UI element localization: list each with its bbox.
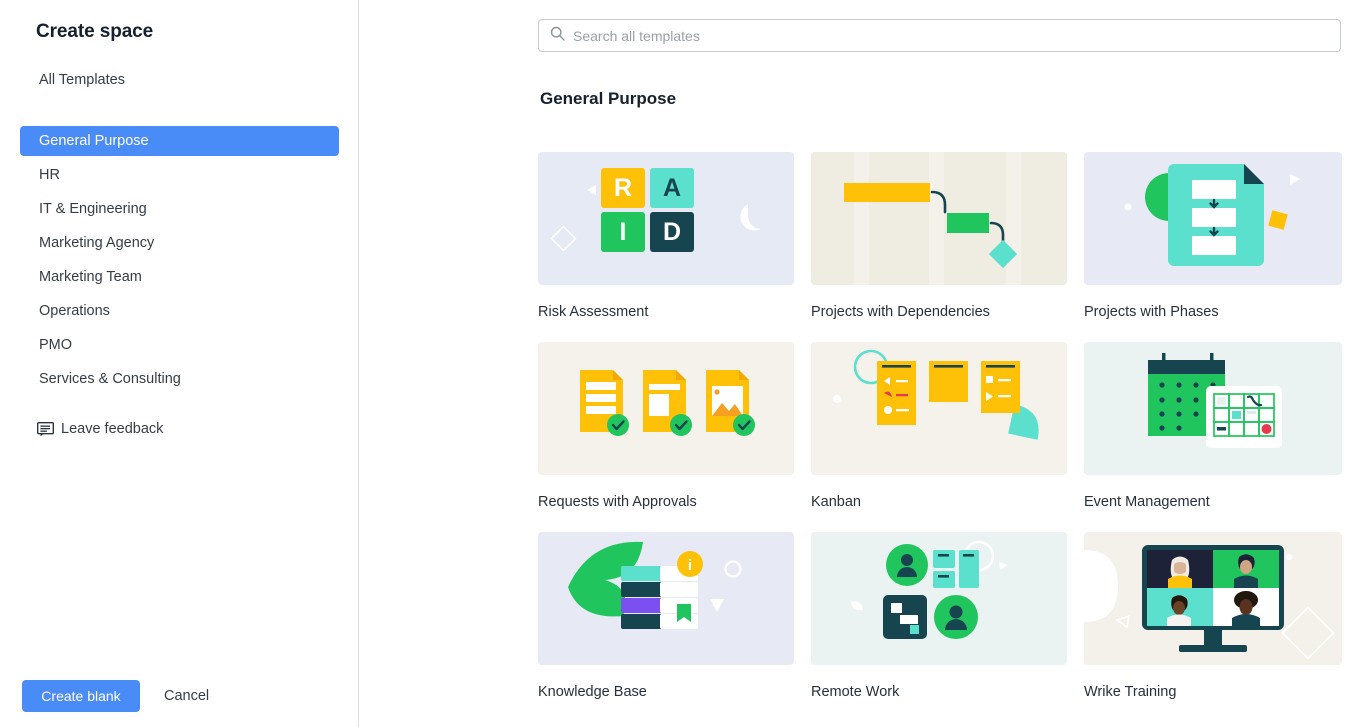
- sidebar-item-pmo[interactable]: PMO: [20, 330, 339, 360]
- people-panels-illustration: [811, 532, 1067, 665]
- template-label: Risk Assessment: [538, 304, 794, 320]
- leave-feedback-link[interactable]: Leave feedback: [37, 421, 163, 437]
- sidebar-item-label: Operations: [39, 303, 110, 319]
- raid-letter-a: A: [663, 174, 681, 202]
- template-grid: R A I D Risk Assessment: [538, 152, 1342, 700]
- template-label: Projects with Phases: [1084, 304, 1342, 320]
- template-card-projects-with-dependencies[interactable]: Projects with Dependencies: [811, 152, 1067, 320]
- sidebar-item-label: IT & Engineering: [39, 201, 147, 217]
- template-card-event-management[interactable]: Event Management: [1084, 342, 1342, 510]
- phases-document-illustration: [1084, 152, 1342, 285]
- sidebar: Create space All Templates General Purpo…: [0, 0, 359, 727]
- dialog-footer: Create blank Cancel: [22, 680, 215, 712]
- templates-panel: General Purpose R A I: [359, 0, 1359, 727]
- template-label: Requests with Approvals: [538, 494, 794, 510]
- template-label: Kanban: [811, 494, 1067, 510]
- sidebar-item-marketing-team[interactable]: Marketing Team: [20, 262, 339, 292]
- raid-letter-d: D: [663, 218, 681, 246]
- template-card-knowledge-base[interactable]: i Knowledge Base: [538, 532, 794, 700]
- template-label: Knowledge Base: [538, 684, 794, 700]
- template-card-projects-with-phases[interactable]: Projects with Phases: [1084, 152, 1342, 320]
- template-label: Event Management: [1084, 494, 1342, 510]
- sidebar-item-services-consulting[interactable]: Services & Consulting: [20, 364, 339, 394]
- sidebar-item-label: PMO: [39, 337, 72, 353]
- section-title: General Purpose: [540, 89, 676, 109]
- template-label: Remote Work: [811, 684, 1067, 700]
- book-stack-illustration: i: [538, 532, 794, 665]
- sidebar-item-marketing-agency[interactable]: Marketing Agency: [20, 228, 339, 258]
- sidebar-item-hr[interactable]: HR: [20, 160, 339, 190]
- template-card-risk-assessment[interactable]: R A I D Risk Assessment: [538, 152, 794, 320]
- search-input[interactable]: [573, 28, 1329, 44]
- create-space-dialog: Create space All Templates General Purpo…: [0, 0, 1359, 727]
- approved-documents-illustration: [538, 342, 794, 475]
- sidebar-item-label: Services & Consulting: [39, 371, 181, 387]
- leave-feedback-label: Leave feedback: [61, 421, 163, 437]
- template-card-kanban[interactable]: Kanban: [811, 342, 1067, 510]
- sidebar-item-label: General Purpose: [39, 133, 149, 149]
- sidebar-item-general-purpose[interactable]: General Purpose: [20, 126, 339, 156]
- raid-tiles-illustration: R A I D: [538, 152, 794, 285]
- video-call-monitor-illustration: [1084, 532, 1342, 665]
- sidebar-item-it-engineering[interactable]: IT & Engineering: [20, 194, 339, 224]
- template-label: Wrike Training: [1084, 684, 1342, 700]
- gantt-dependencies-illustration: [811, 152, 1067, 285]
- sidebar-item-operations[interactable]: Operations: [20, 296, 339, 326]
- sidebar-item-all-templates[interactable]: All Templates: [39, 72, 125, 88]
- kanban-columns-illustration: [811, 342, 1067, 475]
- calendar-grid-illustration: [1084, 342, 1342, 475]
- sidebar-item-label: Marketing Team: [39, 269, 142, 285]
- template-card-requests-with-approvals[interactable]: Requests with Approvals: [538, 342, 794, 510]
- category-list: General Purpose HR IT & Engineering Mark…: [0, 126, 359, 398]
- cancel-button[interactable]: Cancel: [158, 688, 215, 704]
- template-label: Projects with Dependencies: [811, 304, 1067, 320]
- search-bar[interactable]: [538, 19, 1341, 52]
- svg-text:i: i: [688, 557, 692, 574]
- raid-letter-r: R: [614, 174, 632, 202]
- sidebar-item-label: HR: [39, 167, 60, 183]
- create-blank-button[interactable]: Create blank: [22, 680, 140, 712]
- speech-bubble-icon: [37, 422, 54, 437]
- template-card-wrike-training[interactable]: Wrike Training: [1084, 532, 1342, 700]
- search-icon: [550, 26, 565, 46]
- template-card-remote-work[interactable]: Remote Work: [811, 532, 1067, 700]
- page-title: Create space: [36, 21, 153, 43]
- sidebar-item-label: Marketing Agency: [39, 235, 154, 251]
- raid-letter-i: I: [620, 218, 627, 246]
